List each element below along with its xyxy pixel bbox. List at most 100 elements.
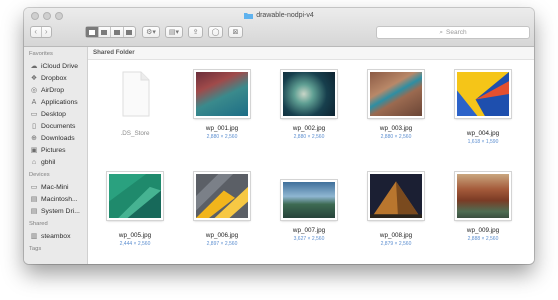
forward-button[interactable]: › xyxy=(42,27,52,37)
search-field[interactable]: ⌕ Search xyxy=(376,26,530,39)
file-dimensions: 2,879 × 2,560 xyxy=(380,241,412,247)
file-item[interactable]: wp_003.jpg 2,880 × 2,560 xyxy=(353,70,439,140)
window-title-text: drawable-nodpi-v4 xyxy=(256,12,314,19)
tag-icon: ◯ xyxy=(211,29,220,36)
image-thumbnail xyxy=(368,172,424,220)
image-thumbnail xyxy=(281,70,337,118)
file-item[interactable]: wp_009.jpg 2,888 × 2,560 xyxy=(440,172,526,242)
file-dimensions: 2,880 × 2,560 xyxy=(206,134,238,140)
file-item[interactable]: wp_005.jpg 2,444 × 2,560 xyxy=(92,172,178,247)
sidebar-item-label: Applications xyxy=(41,98,78,106)
cloud-icon: ☁ xyxy=(30,62,38,70)
list-icon xyxy=(101,29,108,35)
action-menu-button[interactable]: ⚙▾ xyxy=(142,26,160,38)
window-title: drawable-nodpi-v4 xyxy=(24,12,534,19)
sidebar-item-pictures[interactable]: ▣ Pictures xyxy=(30,144,87,156)
file-item[interactable]: wp_001.jpg 2,880 × 2,560 xyxy=(179,70,265,140)
file-item[interactable]: wp_007.jpg 3,627 × 2,560 xyxy=(266,172,352,242)
grid-icon xyxy=(88,29,95,35)
document-icon xyxy=(122,71,150,117)
tags-button[interactable]: ◯ xyxy=(208,26,223,38)
file-name: .DS_Store xyxy=(120,130,150,137)
back-button[interactable]: ‹ xyxy=(31,27,42,37)
nav-button-group: ‹ › xyxy=(30,26,52,38)
arrange-menu-button[interactable]: ▤▾ xyxy=(165,26,183,38)
applications-icon: A xyxy=(31,98,37,106)
sidebar-item-label: Downloads xyxy=(41,134,75,142)
sidebar-section-favorites: Favorites ☁ iCloud Drive ❖ Dropbox ◎ AirDro… xyxy=(24,50,87,168)
file-name: wp_009.jpg xyxy=(466,227,500,234)
sidebar-item-label: Pictures xyxy=(41,146,66,154)
sidebar-item-label: Macintosh... xyxy=(41,195,78,203)
extension-icon: ⊠ xyxy=(232,29,239,36)
file-name: wp_003.jpg xyxy=(379,125,413,132)
sidebar-item-steambox[interactable]: ▥ steambox xyxy=(30,230,87,242)
disk-icon: ▤ xyxy=(30,195,38,203)
titlebar: drawable-nodpi-v4 ‹ › ⚙▾ ▤▾ ⇪ ◯ ⊠ ⌕ Sear… xyxy=(24,8,534,47)
arrange-icon: ▤▾ xyxy=(168,29,180,36)
file-name: wp_005.jpg xyxy=(118,232,152,239)
sidebar-item-downloads[interactable]: ⊕ Downloads xyxy=(30,132,87,144)
image-thumbnail xyxy=(368,70,424,118)
list-view-button[interactable] xyxy=(99,27,111,37)
sidebar-item-desktop[interactable]: ▭ Desktop xyxy=(30,108,87,120)
file-dimensions: 2,888 × 2,560 xyxy=(467,236,499,242)
file-name: wp_006.jpg xyxy=(205,232,239,239)
view-mode-group xyxy=(85,26,136,38)
file-dimensions: 2,897 × 2,560 xyxy=(206,241,238,247)
sidebar-item-label: gbhil xyxy=(41,158,56,166)
sidebar-section-devices: Devices ▭ Mac-Mini ▤ Macintosh... ▤ System … xyxy=(24,171,87,217)
icon-view-button[interactable] xyxy=(86,27,99,37)
server-icon: ▥ xyxy=(30,232,38,240)
sidebar-item-label: iCloud Drive xyxy=(41,62,79,70)
sidebar-heading: Devices xyxy=(29,172,50,178)
home-icon: ⌂ xyxy=(31,158,37,166)
column-view-button[interactable] xyxy=(111,27,124,37)
sidebar-item-mac-mini[interactable]: ▭ Mac-Mini xyxy=(30,181,87,193)
dropbox-icon: ❖ xyxy=(30,74,38,82)
file-dimensions: 2,444 × 2,560 xyxy=(119,241,151,247)
disk-icon: ▤ xyxy=(30,207,38,215)
share-icon: ⇪ xyxy=(192,29,199,36)
file-item[interactable]: wp_004.jpg 1,618 × 1,590 xyxy=(440,70,526,145)
share-button[interactable]: ⇪ xyxy=(188,26,203,38)
gear-icon: ⚙▾ xyxy=(146,29,156,36)
file-item[interactable]: wp_006.jpg 2,897 × 2,560 xyxy=(179,172,265,247)
file-item[interactable]: .DS_Store xyxy=(92,70,178,139)
sidebar-heading: Shared xyxy=(29,221,48,227)
sidebar-item-macintosh[interactable]: ▤ Macintosh... xyxy=(30,193,87,205)
file-item[interactable]: wp_002.jpg 2,880 × 2,560 xyxy=(266,70,352,140)
airdrop-icon: ◎ xyxy=(30,86,38,94)
sidebar: Favorites ☁ iCloud Drive ❖ Dropbox ◎ AirDro… xyxy=(24,47,88,264)
path-header: Shared Folder xyxy=(88,47,534,60)
sidebar-item-home[interactable]: ⌂ gbhil xyxy=(30,156,87,168)
downloads-icon: ⊕ xyxy=(31,134,37,142)
cover-flow-button[interactable] xyxy=(124,27,136,37)
sidebar-item-label: System Dri... xyxy=(41,207,80,215)
file-name: wp_004.jpg xyxy=(466,130,500,137)
sidebar-item-label: Mac-Mini xyxy=(41,183,69,191)
file-dimensions: 3,627 × 2,560 xyxy=(293,236,325,242)
pictures-icon: ▣ xyxy=(30,146,38,154)
sidebar-item-system-drive[interactable]: ▤ System Dri... xyxy=(30,205,87,217)
sidebar-heading: Favorites xyxy=(29,51,53,57)
sidebar-heading: Tags xyxy=(29,246,42,252)
extension-button[interactable]: ⊠ xyxy=(228,26,243,38)
sidebar-item-documents[interactable]: ▯ Documents xyxy=(30,120,87,132)
search-icon: ⌕ xyxy=(439,28,444,36)
sidebar-item-label: Dropbox xyxy=(41,74,67,82)
sidebar-item-icloud-drive[interactable]: ☁ iCloud Drive xyxy=(30,60,87,72)
file-dimensions: 2,880 × 2,560 xyxy=(380,134,412,140)
image-thumbnail xyxy=(194,70,250,118)
sidebar-item-applications[interactable]: A Applications xyxy=(30,96,87,108)
desktop-icon: ▭ xyxy=(30,110,38,118)
sidebar-item-airdrop[interactable]: ◎ AirDrop xyxy=(30,84,87,96)
sidebar-item-label: Desktop xyxy=(41,110,66,118)
sidebar-section-shared: Shared ▥ steambox xyxy=(24,220,87,242)
sidebar-item-dropbox[interactable]: ❖ Dropbox xyxy=(30,72,87,84)
file-name: wp_002.jpg xyxy=(292,125,326,132)
file-item[interactable]: wp_008.jpg 2,879 × 2,560 xyxy=(353,172,439,247)
image-thumbnail xyxy=(194,172,250,220)
file-name: wp_008.jpg xyxy=(379,232,413,239)
search-placeholder: Search xyxy=(446,29,467,36)
